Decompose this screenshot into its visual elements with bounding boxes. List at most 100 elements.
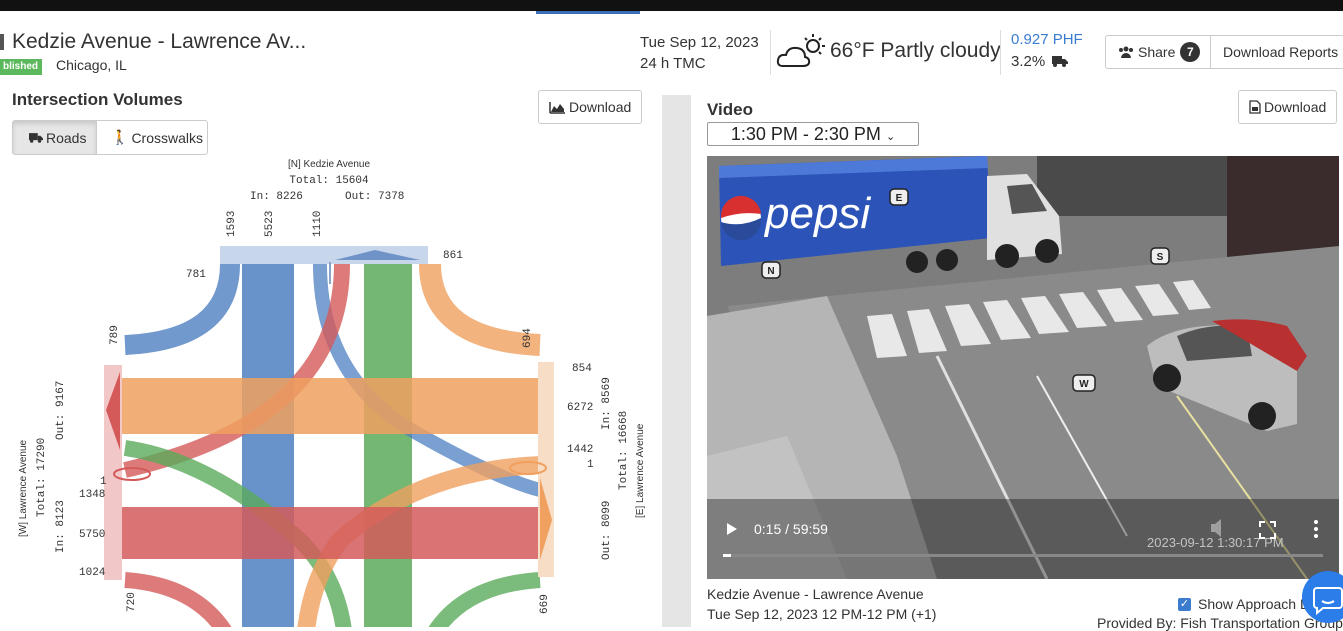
svg-text:W: W: [1079, 379, 1089, 390]
approach-marker-n: N: [761, 261, 781, 279]
west-total: Total: 17290: [36, 438, 48, 517]
svg-text:N: N: [767, 266, 774, 277]
date-label: Tue Sep 12, 2023: [640, 34, 759, 51]
progress-fill: [723, 554, 731, 557]
east-bottom-count: 669: [539, 594, 551, 614]
active-nav-indicator: [536, 11, 640, 14]
file-icon: [1249, 100, 1261, 114]
west-thru-count: 5750: [79, 529, 105, 541]
north-thru-band: [242, 264, 294, 627]
east-right-count: 1442: [567, 444, 593, 456]
truck-icon: [29, 133, 43, 143]
south-left-flow: [124, 572, 232, 627]
share-label: Share: [1138, 44, 1176, 60]
weather-label: 66°F Partly cloudy: [830, 39, 1001, 62]
progress-track[interactable]: [723, 554, 1323, 557]
study-type-label: 24 h TMC: [640, 55, 706, 72]
svg-text:E: E: [896, 193, 903, 204]
west-u-count: 1: [100, 476, 107, 488]
east-thru-count: 6272: [567, 402, 593, 414]
svg-text:S: S: [1157, 252, 1164, 263]
north-divider: [329, 262, 331, 284]
west-thru-band: [120, 507, 542, 559]
phf-value: 0.927 PHF: [1011, 31, 1083, 48]
east-approach-name: [E] Lawrence Avenue: [635, 423, 646, 518]
west-out: Out: 9167: [55, 381, 67, 440]
north-right-count: 1593: [226, 211, 238, 237]
tab-roads[interactable]: Roads: [12, 120, 97, 155]
east-u-count: 1: [587, 459, 594, 471]
study-date: Tue Sep 12, 2023 24 h TMC: [640, 32, 759, 74]
north-out: Out: 7378: [345, 191, 404, 203]
video-caption-name: Kedzie Avenue - Lawrence Avenue: [707, 586, 924, 602]
approach-marker-e: E: [889, 188, 909, 206]
west-bottom-count: 720: [126, 592, 138, 612]
north-left-count: 1110: [312, 211, 324, 237]
volumes-download-label: Download: [569, 99, 632, 115]
truck-icon: [1052, 56, 1069, 67]
video-frame: pepsi E N S W 2023-09-12 1:30:17 PM 0:15…: [707, 156, 1339, 579]
chat-widget-button[interactable]: [1302, 571, 1343, 623]
video-title: Video: [707, 100, 753, 119]
east-in: In: 8569: [601, 377, 613, 430]
chevron-down-icon: ⌄: [885, 131, 896, 143]
divider: [1000, 30, 1001, 75]
page-title: Kedzie Avenue - Lawrence Av...: [12, 30, 307, 53]
pedestrian-icon: 🚶: [111, 129, 129, 145]
download-reports-button[interactable]: Download Reports: [1210, 35, 1343, 69]
time-range-select[interactable]: 1:30 PM - 2:30 PM ⌄: [707, 122, 919, 146]
video-caption-date: Tue Sep 12, 2023 12 PM-12 PM (+1): [707, 606, 937, 622]
intersection-diagram: [N] Kedzie Avenue Total: 15604 In: 8226 …: [8, 155, 653, 627]
north-approach-name: [N] Kedzie Avenue: [288, 159, 371, 170]
east-out: Out: 8099: [601, 501, 613, 560]
video-download-button[interactable]: Download: [1238, 90, 1338, 124]
show-approach-checkbox[interactable]: ✓: [1178, 598, 1191, 611]
west-left-count: 1024: [79, 567, 106, 579]
north-total: Total: 15604: [289, 175, 369, 187]
divider: [770, 30, 771, 75]
west-right-count: 1348: [79, 489, 105, 501]
intersection-volumes-title: Intersection Volumes: [12, 90, 183, 109]
download-reports-label: Download Reports: [1223, 44, 1339, 60]
west-approach-name: [W] Lawrence Avenue: [18, 439, 29, 537]
share-button[interactable]: Share 7: [1105, 35, 1211, 69]
truck-brand-text: pepsi: [763, 189, 871, 238]
south-thru-band: [364, 264, 412, 627]
north-in: In: 8226: [250, 191, 303, 203]
area-chart-icon: [549, 101, 565, 114]
title-edge: [0, 34, 4, 50]
tab-crosswalks[interactable]: 🚶 Crosswalks: [96, 120, 208, 155]
video-time: 0:15 / 59:59: [754, 521, 828, 537]
location-label: Chicago, IL: [56, 57, 127, 73]
east-thru-band: [120, 378, 542, 434]
tab-roads-label: Roads: [46, 129, 87, 146]
approach-marker-s: S: [1150, 247, 1170, 265]
users-icon: [1119, 46, 1133, 58]
north-uturn-count: 781: [186, 269, 206, 281]
north-thru-count: 5523: [264, 211, 276, 237]
approach-marker-w: W: [1072, 374, 1096, 392]
west-top-count: 789: [109, 325, 121, 345]
east-total: Total: 16668: [618, 411, 630, 490]
chat-icon: [1313, 587, 1343, 616]
time-range-value: 1:30 PM - 2:30 PM: [730, 124, 881, 144]
east-top-count: 694: [522, 328, 534, 348]
status-badge: blished: [0, 59, 43, 75]
share-count-badge: 7: [1180, 42, 1201, 62]
east-left-count: 854: [572, 363, 592, 375]
panel-divider: [662, 95, 691, 627]
tab-crosswalks-label: Crosswalks: [131, 129, 204, 146]
north-right-flow: [124, 263, 240, 355]
west-in: In: 8123: [55, 500, 67, 553]
show-approach-label: Show Approach L: [1198, 596, 1308, 612]
top-bar: [0, 0, 1343, 11]
volumes-download-button[interactable]: Download: [538, 90, 643, 124]
heavy-vehicle-pct: 3.2%: [1011, 53, 1046, 70]
video-player[interactable]: pepsi E N S W 2023-09-12 1:30:17 PM 0:15…: [707, 156, 1339, 579]
south-right-flow: [428, 572, 541, 627]
partly-cloudy-icon: [776, 34, 825, 67]
more-options-icon[interactable]: [1314, 520, 1318, 538]
video-download-label: Download: [1264, 99, 1327, 115]
north-peds-count: 861: [443, 250, 463, 262]
heavy-vehicle-stat: 3.2%: [1011, 53, 1069, 70]
